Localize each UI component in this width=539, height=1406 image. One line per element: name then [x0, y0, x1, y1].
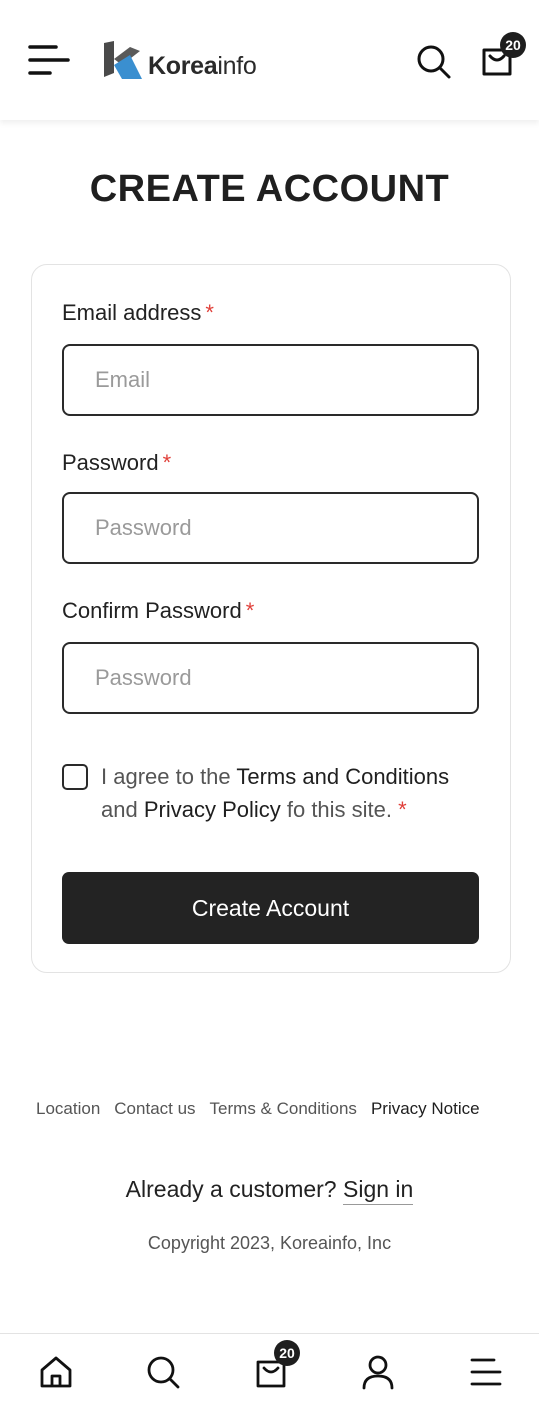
- agree-terms-checkbox[interactable]: [62, 764, 88, 790]
- terms-link[interactable]: Terms and Conditions: [236, 764, 449, 789]
- email-field[interactable]: [62, 344, 479, 416]
- sign-in-link[interactable]: Sign in: [343, 1176, 414, 1205]
- footer-link-terms[interactable]: Terms & Conditions: [210, 1099, 357, 1119]
- footer-link-location[interactable]: Location: [36, 1099, 100, 1119]
- top-header: Koreainfo 20: [0, 0, 539, 120]
- search-icon[interactable]: [414, 42, 454, 82]
- footer-link-contact[interactable]: Contact us: [114, 1099, 195, 1119]
- search-icon[interactable]: [143, 1352, 183, 1392]
- menu-icon[interactable]: [466, 1352, 506, 1392]
- home-icon[interactable]: [36, 1352, 76, 1392]
- agree-terms-text: I agree to the Terms and Conditions and …: [101, 764, 450, 822]
- copyright-text: Copyright 2023, Koreainfo, Inc: [147, 1233, 392, 1253]
- required-mark: *: [205, 300, 214, 325]
- footer-link-privacy[interactable]: Privacy Notice: [371, 1099, 480, 1119]
- brand-logo[interactable]: Koreainfo: [100, 36, 290, 86]
- email-label: Email address *: [62, 300, 214, 325]
- confirm-password-field[interactable]: [62, 642, 479, 714]
- cart-button[interactable]: 20: [476, 30, 530, 82]
- password-label: Password *: [62, 450, 172, 475]
- privacy-policy-link[interactable]: Privacy Policy: [144, 797, 281, 822]
- create-account-page: Koreainfo 20 CREATE ACCOUNT Email addres…: [0, 0, 539, 1406]
- confirm-password-label: Confirm Password *: [62, 598, 255, 623]
- required-mark: *: [162, 450, 172, 475]
- logo-mark-icon: [104, 41, 142, 79]
- bottom-nav: 20: [0, 1333, 539, 1406]
- logo-text: Koreainfo: [148, 51, 257, 80]
- cart-count-badge: 20: [500, 32, 526, 58]
- password-field[interactable]: [62, 492, 479, 564]
- menu-icon[interactable]: [28, 42, 72, 78]
- footer-links: Location Contact us Terms & Conditions P…: [36, 1099, 516, 1119]
- required-mark: *: [245, 598, 255, 623]
- page-title: CREATE ACCOUNT: [89, 168, 450, 210]
- already-customer-row: Already a customer? Sign in: [0, 1176, 539, 1205]
- create-account-button[interactable]: Create Account: [62, 872, 479, 944]
- account-icon[interactable]: [358, 1352, 398, 1392]
- cart-button[interactable]: 20: [252, 1340, 308, 1392]
- cart-count-badge: 20: [274, 1340, 300, 1366]
- required-mark: *: [398, 797, 407, 822]
